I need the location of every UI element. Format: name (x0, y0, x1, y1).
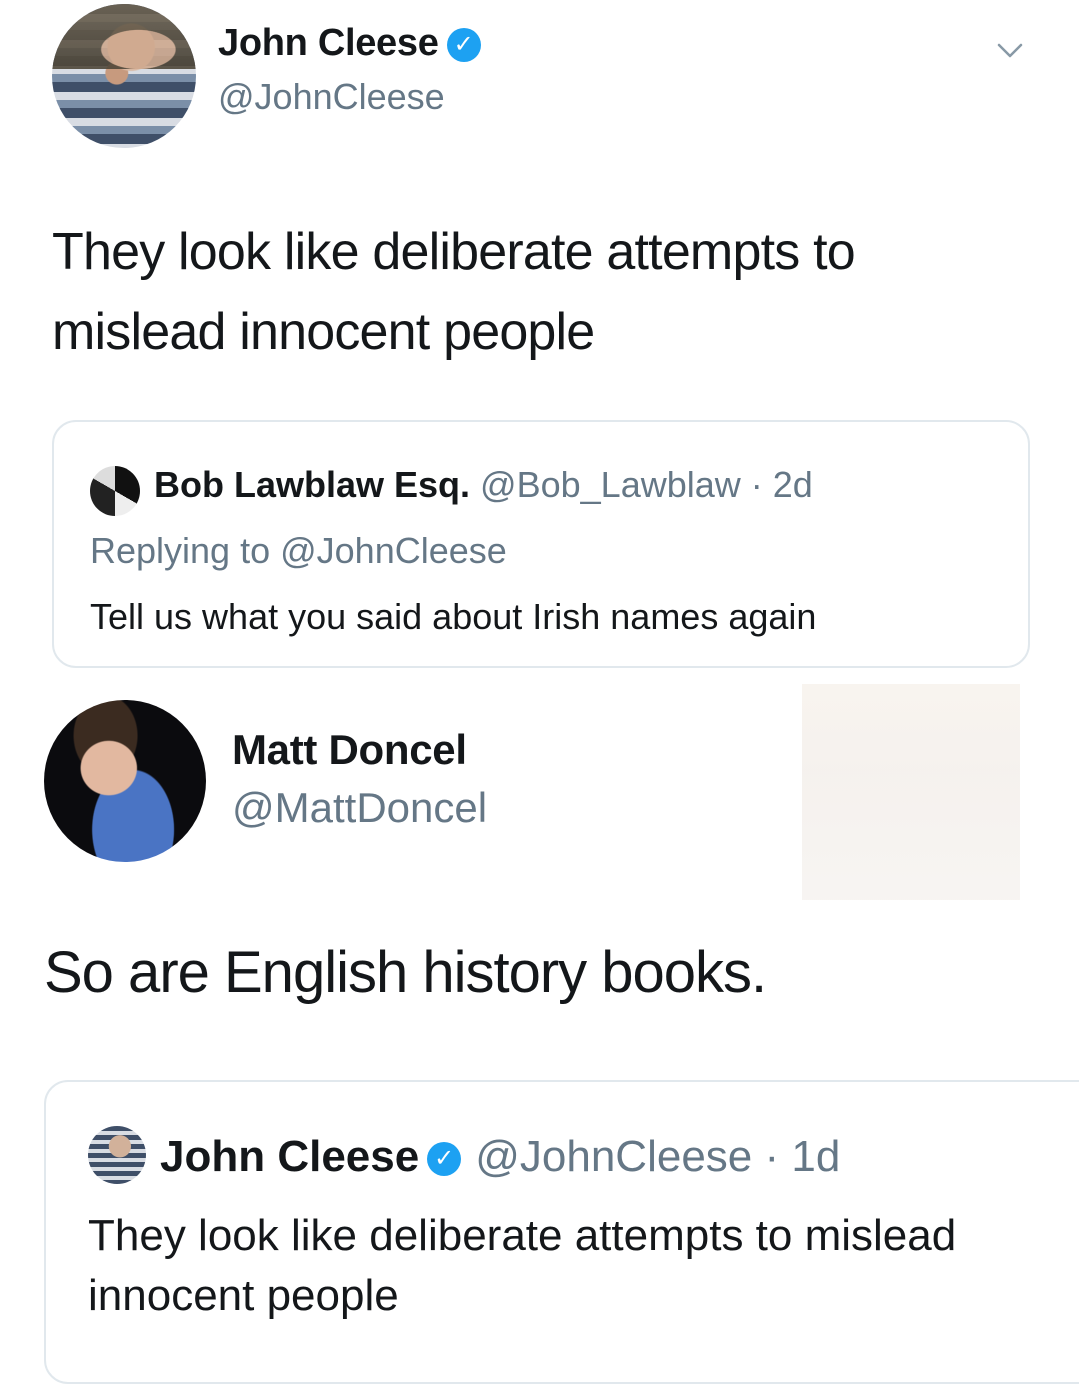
quoted-header: John Cleese ✓ @JohnCleese · 1d (160, 1132, 840, 1182)
quoted-author-handle: @Bob_Lawblaw (480, 464, 741, 505)
chevron-down-icon[interactable] (996, 36, 1024, 64)
quoted-avatar (88, 1126, 146, 1184)
quoted-timestamp: · 1d (764, 1132, 841, 1181)
tweet-text: So are English history books. (44, 940, 767, 1005)
author-handle[interactable]: @MattDoncel (232, 784, 487, 832)
quoted-author-name: Bob Lawblaw Esq. (154, 464, 471, 505)
author-name[interactable]: Matt Doncel (232, 726, 467, 774)
quoted-author-handle: @JohnCleese (475, 1132, 753, 1181)
quoted-header: Bob Lawblaw Esq. @Bob_Lawblaw · 2d (154, 464, 813, 506)
author-handle[interactable]: @JohnCleese (218, 76, 445, 118)
verified-badge-icon: ✓ (446, 27, 481, 62)
quoted-tweet-text: They look like deliberate attempts to mi… (88, 1211, 957, 1320)
avatar[interactable] (52, 4, 196, 148)
quoted-avatar (90, 466, 140, 516)
author-name-label: John Cleese (218, 22, 439, 64)
quoted-tweet[interactable]: Bob Lawblaw Esq. @Bob_Lawblaw · 2d Replyi… (52, 420, 1030, 668)
avatar[interactable] (44, 700, 206, 862)
tweet-text: They look like deliberate attempts to mi… (52, 223, 856, 361)
replying-to-label: Replying to @JohnCleese (90, 530, 507, 571)
quoted-tweet[interactable]: John Cleese ✓ @JohnCleese · 1d They look l… (44, 1080, 1079, 1384)
verified-badge-icon: ✓ (427, 1142, 462, 1177)
watermark-image (802, 684, 1020, 900)
author-name[interactable]: John Cleese ✓ (218, 22, 481, 65)
quoted-author-name: John Cleese (160, 1132, 420, 1181)
quoted-timestamp: · 2d (750, 464, 813, 505)
quoted-tweet-text: Tell us what you said about Irish names … (90, 596, 817, 637)
